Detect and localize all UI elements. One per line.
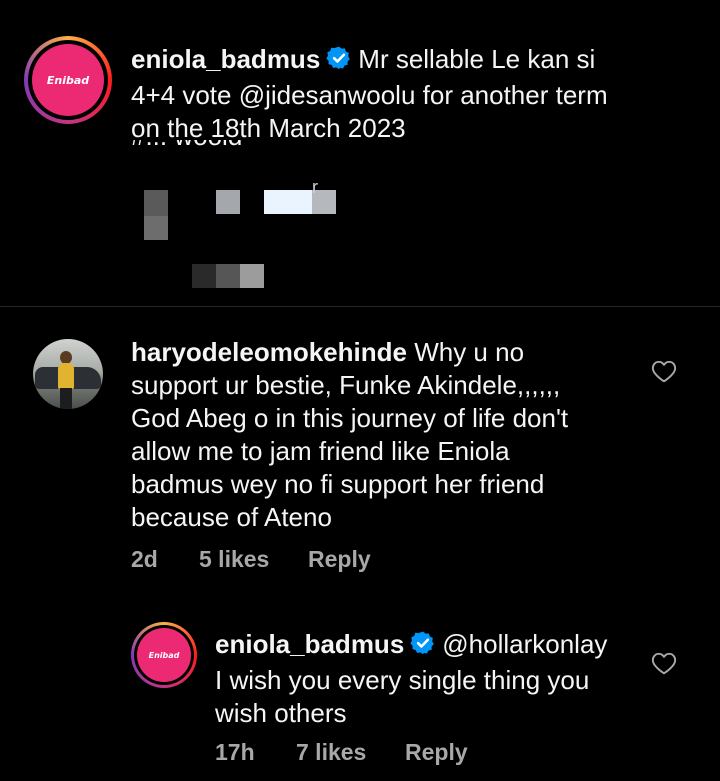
comment-text-line: God Abeg o in this journey of life don't: [131, 403, 569, 433]
likes-count[interactable]: 7 likes: [296, 739, 405, 766]
comment-body: haryodeleomokehinde Why u no support ur …: [131, 336, 568, 534]
comment-text-line: Mr sellable Le kan si: [358, 44, 596, 74]
verified-badge-icon: [326, 45, 352, 79]
divider: [0, 306, 720, 307]
brand-logo: Enibad: [32, 44, 104, 116]
comment-text-line: because of Ateno: [131, 502, 332, 532]
comment-text-line: wish others: [215, 698, 347, 728]
comment-text-line: 4+4 vote @jidesanwoolu for another term: [131, 80, 608, 110]
comment-body: eniola_badmus @hollarkonlay I wish you ev…: [215, 628, 607, 730]
comment-text-line: Why u no: [414, 337, 525, 367]
username[interactable]: eniola_badmus: [131, 44, 320, 74]
timestamp[interactable]: 2d: [131, 546, 199, 573]
comment-text-line: support ur bestie, Funke Akindele,,,,,,: [131, 370, 561, 400]
like-heart-icon[interactable]: [651, 651, 677, 680]
timestamp[interactable]: 17h: [215, 739, 296, 766]
truncated-text: #... woold: [131, 140, 301, 154]
username[interactable]: haryodeleomokehinde: [131, 337, 407, 367]
comment-meta: 17h 7 likes Reply: [215, 739, 468, 766]
verified-badge-icon: [410, 630, 436, 664]
avatar[interactable]: [33, 339, 103, 409]
comment-text-line: badmus wey no fi support her friend: [131, 469, 545, 499]
mention-link[interactable]: @hollarkonlay: [442, 629, 607, 659]
avatar[interactable]: Enibad: [131, 622, 197, 688]
username[interactable]: eniola_badmus: [215, 629, 404, 659]
reply-button[interactable]: Reply: [405, 739, 468, 766]
comment-text-line: allow me to jam friend like Eniola: [131, 436, 510, 466]
avatar[interactable]: Enibad: [24, 36, 112, 124]
brand-logo: Enibad: [137, 628, 191, 682]
likes-count[interactable]: 5 likes: [199, 546, 308, 573]
comment-text-line: I wish you every single thing you: [215, 665, 590, 695]
reply-button[interactable]: Reply: [308, 546, 371, 573]
pixelated-region: r: [100, 160, 400, 310]
comment-meta: 2d 5 likes Reply: [131, 546, 371, 573]
like-heart-icon[interactable]: [651, 359, 677, 388]
comment-body: eniola_badmus Mr sellable Le kan si 4+4 v…: [131, 43, 608, 145]
